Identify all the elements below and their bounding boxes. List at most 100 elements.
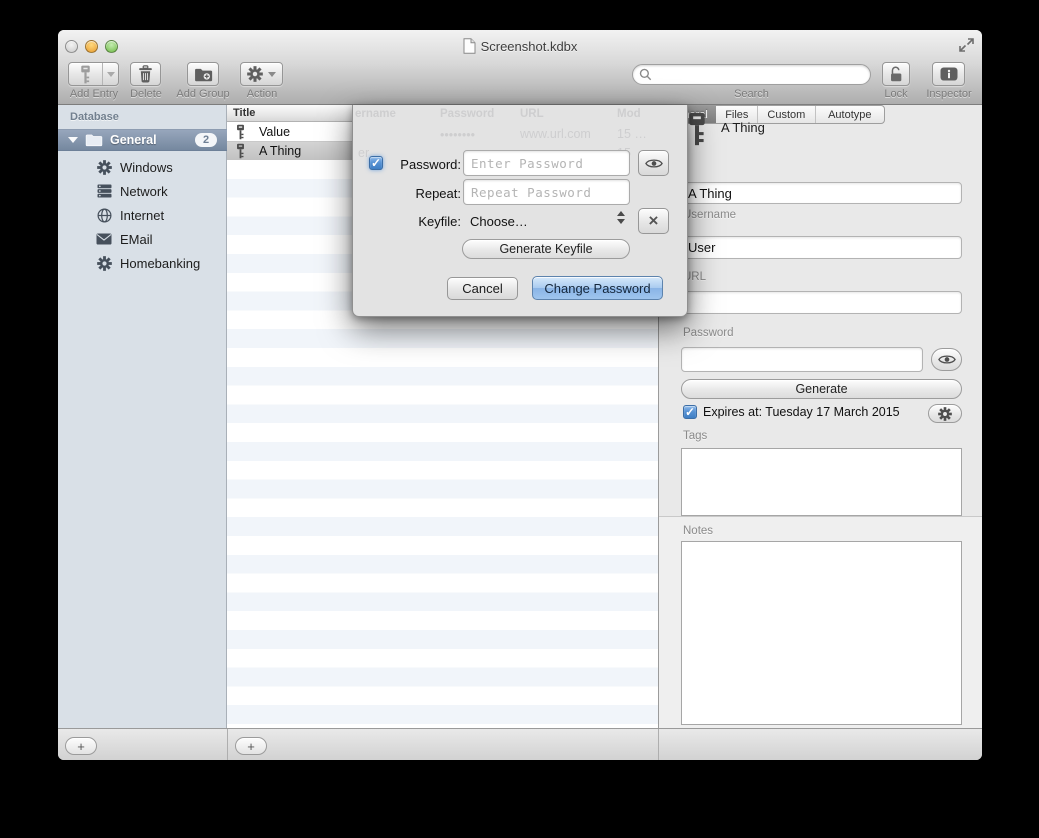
bottom-bar-divider <box>658 729 659 760</box>
popup-stepper-icon[interactable] <box>617 211 625 224</box>
delete-label: Delete <box>124 88 168 100</box>
info-icon <box>940 67 958 81</box>
gear-icon <box>247 66 263 82</box>
sidebar-item-label: Homebanking <box>120 256 200 271</box>
action-label: Action <box>239 88 285 100</box>
disclosure-triangle-icon[interactable] <box>68 137 78 143</box>
search-field[interactable] <box>632 64 871 85</box>
tab-autotype[interactable]: Autotype <box>815 106 884 123</box>
group-count-badge: 2 <box>195 133 217 147</box>
password-label: Password <box>683 327 734 339</box>
ghost-modified-header: Mod <box>617 108 641 120</box>
expires-options-button[interactable] <box>928 404 962 423</box>
new-password-input[interactable] <box>463 150 630 176</box>
ghost-url-header: URL <box>520 108 544 120</box>
app-window: Screenshot.kdbx Add Entry Delete Add Gro… <box>58 30 982 760</box>
inspector-button[interactable] <box>932 62 965 86</box>
tags-textarea[interactable] <box>681 448 962 516</box>
notes-section: Notes <box>659 516 982 728</box>
add-group-button[interactable] <box>187 62 219 86</box>
key-icon <box>236 143 245 159</box>
sidebar-item-network[interactable]: Network <box>58 179 227 203</box>
generate-keyfile-button[interactable]: Generate Keyfile <box>462 239 630 259</box>
gear-icon <box>938 407 952 421</box>
dialog-password-label: Password: <box>383 157 461 172</box>
eye-icon <box>938 354 956 365</box>
eye-icon <box>645 158 663 169</box>
title-field[interactable] <box>681 182 962 204</box>
add-entry-dropdown[interactable] <box>102 63 118 85</box>
server-icon <box>96 183 112 199</box>
document-icon <box>463 38 476 54</box>
add-group-plus-button[interactable]: + <box>65 737 97 755</box>
sidebar-item-label: Internet <box>120 208 164 223</box>
inspector-panel: A Thing General Files Custom Autotype Us… <box>658 105 982 728</box>
generate-password-button[interactable]: Generate <box>681 379 962 399</box>
key-icon <box>236 124 245 140</box>
expires-checkbox[interactable]: ✓ <box>683 405 697 419</box>
reveal-password-button[interactable] <box>931 348 962 371</box>
envelope-icon <box>96 231 112 247</box>
lock-label: Lock <box>868 88 924 100</box>
add-group-label: Add Group <box>170 88 236 100</box>
clear-keyfile-button[interactable]: × <box>638 208 669 234</box>
sidebar-item-label: Windows <box>120 160 173 175</box>
column-header-title[interactable]: Title <box>233 107 255 119</box>
ghost-modified-value: 15 … <box>617 127 647 141</box>
window-title: Screenshot.kdbx <box>481 39 578 54</box>
folder-icon <box>85 133 103 147</box>
ghost-username-header: ername <box>355 108 396 120</box>
username-label: Username <box>683 209 736 221</box>
inspector-entry-title: A Thing <box>721 120 765 135</box>
window-title-area: Screenshot.kdbx <box>58 38 982 54</box>
lock-button[interactable] <box>882 62 910 86</box>
key-icon <box>687 111 707 147</box>
expires-label: Expires at: Tuesday 17 March 2015 <box>703 405 900 419</box>
delete-button[interactable] <box>130 62 161 86</box>
action-button[interactable] <box>240 62 283 86</box>
notes-textarea[interactable] <box>681 541 962 725</box>
search-input[interactable] <box>655 67 870 83</box>
chevron-down-icon <box>268 72 276 77</box>
add-entry-plus-button[interactable]: + <box>235 737 267 755</box>
password-enable-checkbox[interactable]: ✓ <box>369 156 383 170</box>
ghost-password-dots: •••••••• <box>440 128 475 142</box>
bottom-bar-divider <box>227 729 228 760</box>
url-field[interactable] <box>681 291 962 314</box>
ghost-url-value: www.url.com <box>520 127 591 141</box>
repeat-password-input[interactable] <box>463 179 630 205</box>
sidebar-group-general[interactable]: General 2 <box>58 129 227 151</box>
keyfile-popup[interactable]: Choose… <box>470 214 528 229</box>
dialog-keyfile-label: Keyfile: <box>383 214 461 229</box>
change-password-button[interactable]: Change Password <box>532 276 663 300</box>
chevron-down-icon <box>107 72 115 77</box>
tab-custom[interactable]: Custom <box>757 106 814 123</box>
add-entry-button[interactable] <box>68 62 119 86</box>
sidebar-item-label: Network <box>120 184 168 199</box>
sidebar-item-homebanking[interactable]: Homebanking <box>58 251 227 275</box>
folder-plus-icon <box>194 67 213 82</box>
inspector-label: Inspector <box>920 88 978 100</box>
unlock-icon <box>888 65 904 83</box>
window-chrome: Screenshot.kdbx Add Entry Delete Add Gro… <box>58 30 982 105</box>
ghost-password-header: Password <box>440 108 494 120</box>
gear-icon <box>96 159 112 175</box>
username-field[interactable] <box>681 236 962 259</box>
sidebar-group-label: General <box>110 133 157 147</box>
sidebar: Database General 2 Windows Network <box>58 105 227 728</box>
key-icon <box>69 65 102 84</box>
gear-icon <box>96 255 112 271</box>
sidebar-item-email[interactable]: EMail <box>58 227 227 251</box>
search-label: Search <box>632 88 871 100</box>
sidebar-item-label: EMail <box>120 232 153 247</box>
trash-icon <box>138 65 153 83</box>
sidebar-item-windows[interactable]: Windows <box>58 155 227 179</box>
show-password-button[interactable] <box>638 150 669 176</box>
password-field[interactable] <box>681 347 923 372</box>
sidebar-item-internet[interactable]: Internet <box>58 203 227 227</box>
tags-label: Tags <box>683 430 707 442</box>
fullscreen-icon[interactable] <box>958 37 975 53</box>
notes-label: Notes <box>683 525 713 537</box>
cancel-button[interactable]: Cancel <box>447 277 518 300</box>
add-entry-label: Add Entry <box>58 88 130 100</box>
